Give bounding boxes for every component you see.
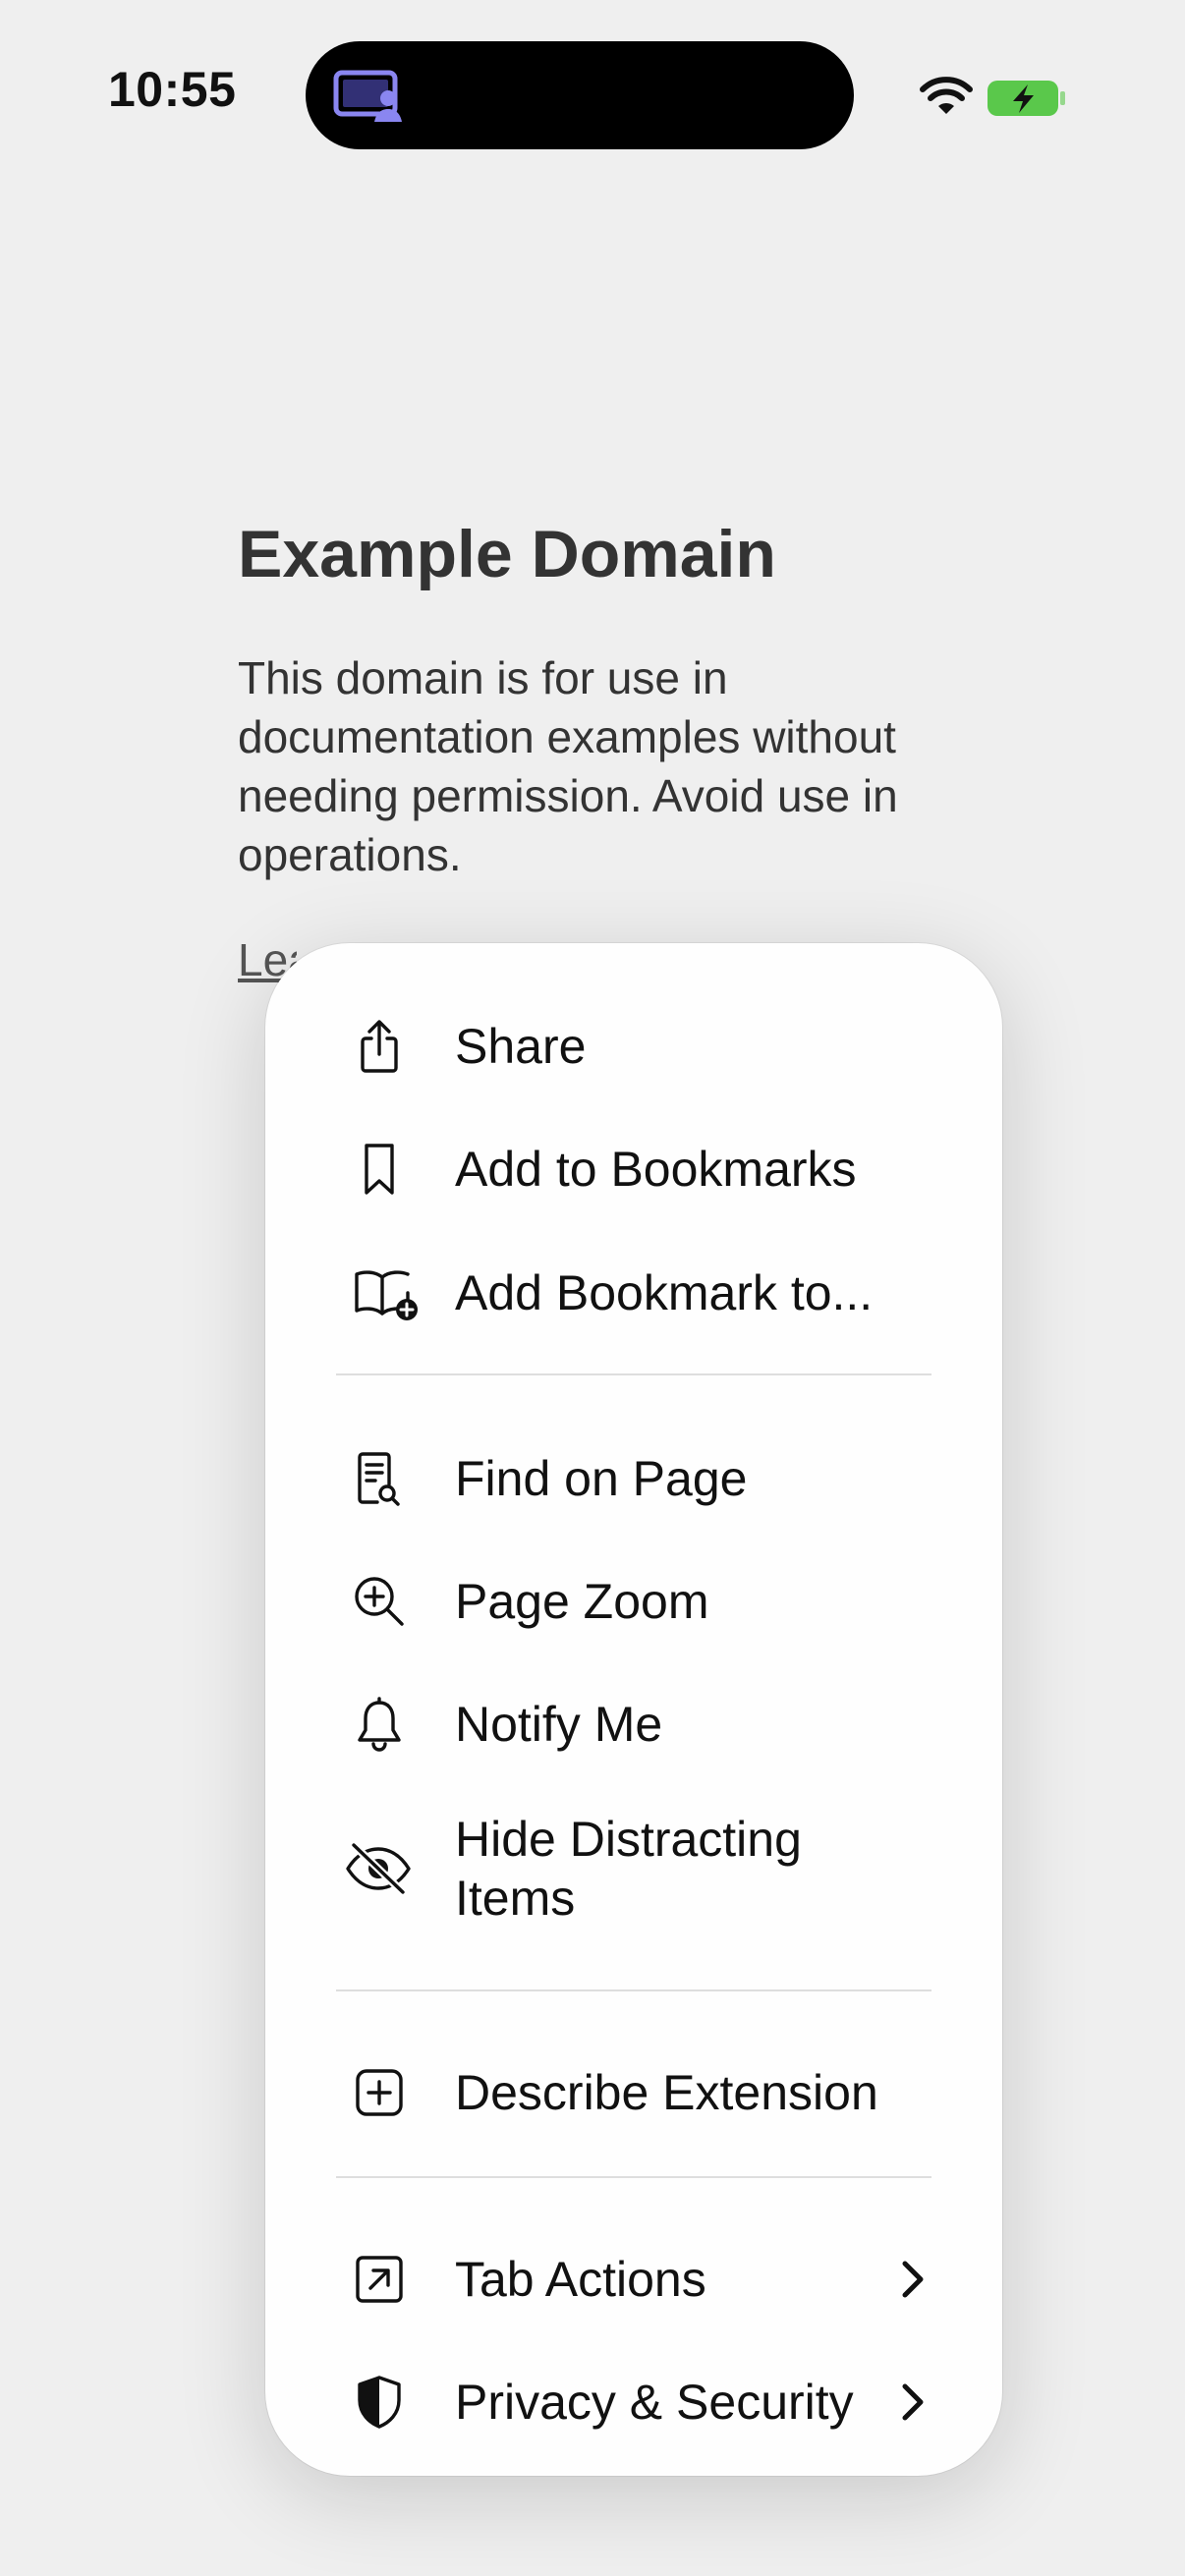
bookmark-icon [352,1142,407,1197]
share-icon [352,1019,407,1074]
zoom-in-icon [352,1574,407,1629]
menu-label-notify-me: Notify Me [455,1697,663,1752]
menu-item-privacy-security[interactable]: Privacy & Security [265,2353,1002,2451]
menu-divider [336,2176,931,2178]
menu-label-tab-actions: Tab Actions [455,2252,706,2307]
eye-slash-icon [344,1841,413,1896]
menu-label-find-on-page: Find on Page [455,1451,748,1506]
menu-item-tab-actions[interactable]: Tab Actions [265,2230,1002,2328]
menu-label-describe-extension: Describe Extension [455,2065,878,2120]
menu-item-describe-extension[interactable]: Describe Extension [265,2044,1002,2142]
find-document-icon [352,1451,407,1506]
menu-label-privacy-security: Privacy & Security [455,2375,854,2430]
screen-share-person-icon [333,69,408,124]
menu-item-add-to-bookmarks[interactable]: Add to Bookmarks [265,1120,1002,1218]
book-plus-icon [352,1265,421,1320]
menu-item-hide-distracting-items[interactable]: Hide Distracting Items [265,1798,1002,1940]
page-title: Example Domain [238,517,776,591]
arrow-up-right-square-icon [352,2252,407,2307]
wifi-icon [918,77,975,118]
bell-icon [352,1697,407,1752]
plus-square-icon [352,2065,407,2120]
chevron-right-icon [894,2258,930,2301]
menu-item-share[interactable]: Share [265,997,1002,1095]
page-body-text: This domain is for use in documentation … [238,652,898,880]
menu-item-notify-me[interactable]: Notify Me [265,1675,1002,1773]
menu-item-add-bookmark-to[interactable]: Add Bookmark to... [265,1244,1002,1342]
menu-label-hide-distracting-items: Hide Distracting Items [455,1810,802,1928]
page-menu: Share Add to Bookmarks Add Bookmark to..… [265,943,1002,2476]
chevron-right-icon [894,2380,930,2424]
menu-item-find-on-page[interactable]: Find on Page [265,1429,1002,1528]
menu-label-line: Hide Distracting [455,1812,802,1867]
menu-label-line: Items [455,1871,576,1926]
menu-label-page-zoom: Page Zoom [455,1574,709,1629]
status-time: 10:55 [108,62,237,117]
menu-label-add-bookmark-to: Add Bookmark to... [455,1265,874,1320]
menu-item-page-zoom[interactable]: Page Zoom [265,1552,1002,1651]
menu-label-add-to-bookmarks: Add to Bookmarks [455,1142,857,1197]
battery-charging-icon [987,79,1067,118]
shield-half-icon [352,2375,407,2430]
dynamic-island [306,41,854,149]
menu-divider [336,1989,931,1991]
menu-divider [336,1373,931,1375]
menu-label-share: Share [455,1019,587,1074]
